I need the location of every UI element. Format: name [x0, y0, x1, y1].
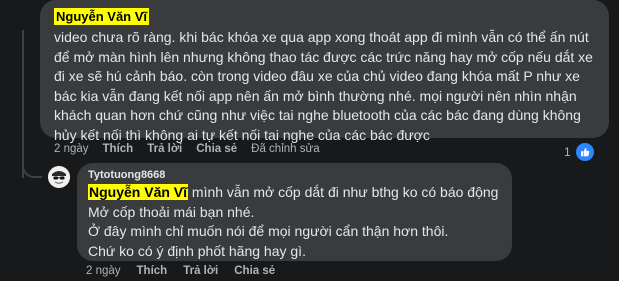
- reply-text: Nguyễn Văn Vĩ mình vẫn mở cốp dắt đi như…: [88, 183, 508, 261]
- avatar[interactable]: [48, 166, 70, 188]
- reply-line: Nguyễn Văn Vĩ mình vẫn mở cốp dắt đi như…: [88, 183, 508, 203]
- reply-share-button[interactable]: Chia sẻ: [234, 265, 275, 277]
- edited-label: Đã chỉnh sửa: [251, 143, 320, 155]
- comment-text: video chưa rõ ràng. khi bác khóa xe qua …: [54, 29, 593, 143]
- thread-line: [22, 30, 24, 178]
- reply-button[interactable]: Trả lời: [147, 143, 182, 155]
- mention-tag[interactable]: Nguyễn Văn Vĩ: [88, 184, 189, 200]
- reply-author[interactable]: Tytotuong8668: [88, 169, 165, 182]
- reply-actions: 2 ngày Thích Trả lời Chia sẻ: [86, 265, 291, 277]
- reply-like-button[interactable]: Thích: [137, 265, 168, 277]
- reply-line: Mở cốp thoải mái bạn nhé.: [88, 203, 255, 220]
- share-button[interactable]: Chia sẻ: [196, 143, 237, 155]
- reply-line: Ở đây mình chỉ muốn nói để mọi người cẩn…: [88, 223, 449, 239]
- comment-author[interactable]: Nguyễn Văn Vĩ: [54, 8, 150, 25]
- comment-timestamp[interactable]: 2 ngày: [54, 143, 89, 155]
- like-button[interactable]: Thích: [103, 143, 134, 155]
- reply-line-text: mình vẫn mở cốp dắt đi như bthg ko có bá…: [188, 184, 499, 200]
- thread-connector: [22, 162, 42, 178]
- comment-thread: Nguyễn Văn Vĩ video chưa rõ ràng. khi bá…: [0, 0, 619, 281]
- reply-reply-button[interactable]: Trả lời: [183, 265, 218, 277]
- like-icon: [573, 141, 596, 163]
- reply-line: Chứ ko có ý định phốt hãng hay gì.: [88, 242, 306, 259]
- reaction-summary[interactable]: 1: [564, 141, 596, 163]
- reaction-count: 1: [564, 145, 571, 159]
- comment-actions: 2 ngày Thích Trả lời Chia sẻ Đã chỉnh sử…: [54, 143, 334, 155]
- reply-timestamp[interactable]: 2 ngày: [86, 265, 121, 277]
